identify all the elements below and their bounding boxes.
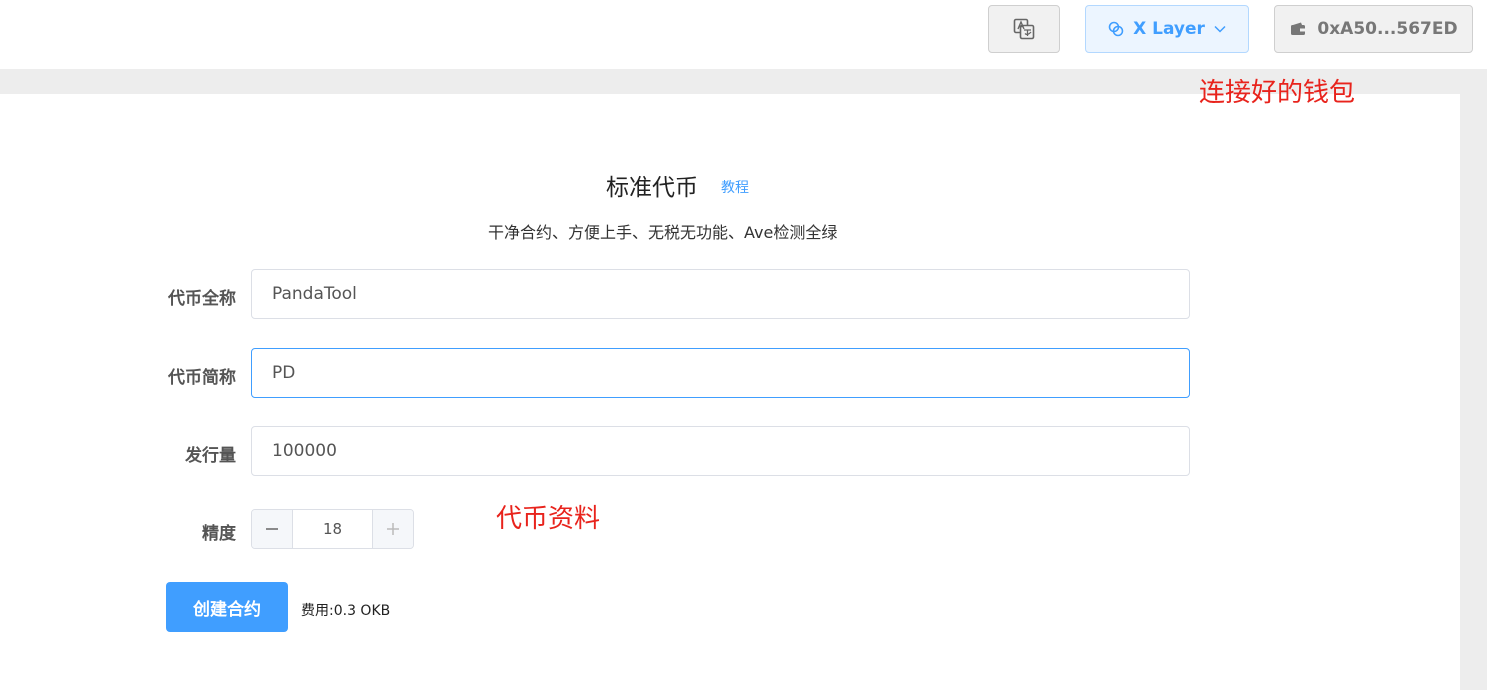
chain-label: X Layer [1133, 19, 1205, 39]
plus-icon [386, 517, 400, 541]
form-annotation: 代币资料 [496, 504, 601, 534]
create-contract-button[interactable]: 创建合约 [166, 582, 288, 632]
token-decimals-label: 精度 [202, 524, 236, 544]
token-supply-label: 发行量 [185, 446, 236, 466]
translate-icon [1013, 18, 1035, 40]
decrement-button[interactable] [252, 510, 293, 548]
decimals-stepper: 18 [251, 509, 414, 549]
token-symbol-label: 代币简称 [168, 368, 236, 388]
token-supply-input[interactable]: 100000 [251, 426, 1190, 476]
decimals-value[interactable]: 18 [293, 510, 372, 548]
token-name-label: 代币全称 [168, 289, 236, 309]
tutorial-link[interactable]: 教程 [721, 177, 749, 197]
chain-selector[interactable]: X Layer [1085, 5, 1249, 53]
token-symbol-input[interactable]: PD [251, 348, 1190, 398]
token-name-input[interactable]: PandaTool [251, 269, 1190, 319]
minus-icon [265, 517, 279, 541]
increment-button[interactable] [372, 510, 413, 548]
page-subtitle: 干净合约、方便上手、无税无功能、Ave检测全绿 [488, 223, 838, 242]
scrollbar-track[interactable] [1460, 94, 1487, 690]
page-title: 标准代币 [606, 175, 698, 201]
wallet-address: 0xA50...567ED [1317, 19, 1458, 39]
language-button[interactable] [988, 5, 1060, 53]
chain-link-icon [1107, 20, 1125, 38]
wallet-icon [1289, 21, 1307, 37]
wallet-annotation: 连接好的钱包 [1199, 78, 1356, 108]
wallet-button[interactable]: 0xA50...567ED [1274, 5, 1473, 53]
fee-text: 费用:0.3 OKB [301, 603, 391, 619]
chevron-down-icon [1213, 22, 1227, 36]
top-header: X Layer 0xA50...567ED [0, 0, 1487, 69]
